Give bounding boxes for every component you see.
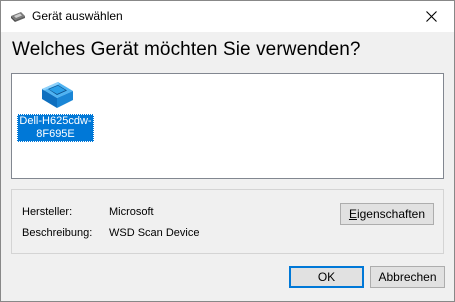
close-icon: [426, 11, 437, 22]
device-name: Dell-H625cdw- 8F695E: [17, 114, 94, 142]
title-bar: Gerät auswählen: [1, 1, 454, 32]
device-name-line1: Dell-H625cdw-: [19, 115, 92, 127]
window-title: Gerät auswählen: [32, 9, 123, 23]
ok-button[interactable]: OK: [289, 266, 364, 288]
device-info-group: Hersteller: Microsoft Beschreibung: WSD …: [11, 189, 444, 254]
device-name-line2: 8F695E: [36, 128, 75, 140]
scanner-icon: [39, 81, 75, 116]
description-label: Beschreibung:: [22, 227, 93, 239]
manufacturer-label: Hersteller:: [22, 206, 73, 218]
device-list[interactable]: Dell-H625cdw- 8F695E: [11, 73, 444, 179]
properties-button-accesskey: E: [348, 207, 357, 221]
device-item-dell-h625cdw[interactable]: Dell-H625cdw- 8F695E: [17, 78, 97, 146]
close-button[interactable]: [410, 1, 454, 32]
properties-button-label: igenschaften: [356, 207, 426, 221]
page-title: Welches Gerät möchten Sie verwenden?: [12, 39, 361, 60]
scanner-icon: [10, 10, 26, 22]
manufacturer-value: Microsoft: [109, 206, 154, 218]
cancel-button[interactable]: Abbrechen: [370, 266, 445, 288]
description-value: WSD Scan Device: [109, 227, 200, 239]
select-device-dialog: Gerät auswählen Welches Gerät möchten Si…: [0, 0, 455, 302]
properties-button[interactable]: Eigenschaften: [340, 203, 434, 225]
